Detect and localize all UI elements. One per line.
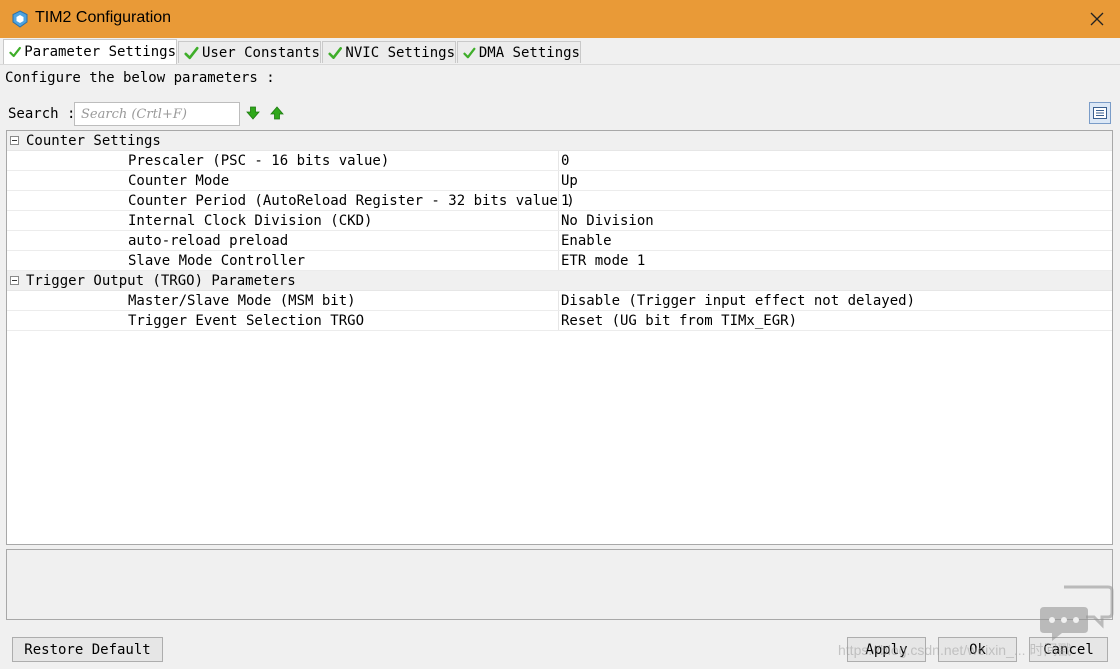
param-name: Internal Clock Division (CKD): [128, 213, 373, 229]
description-pane: [6, 549, 1113, 620]
column-divider: [558, 251, 559, 270]
cube-shield-icon: [12, 10, 28, 28]
list-view-icon: [1093, 107, 1107, 119]
param-value[interactable]: Reset (UG bit from TIMx_EGR): [561, 313, 797, 329]
tab-user-constants[interactable]: User Constants: [178, 41, 321, 63]
checkmark-icon: [328, 46, 342, 59]
group-title: Counter Settings: [26, 133, 161, 149]
param-row-counter-period[interactable]: Counter Period (AutoReload Register - 32…: [7, 191, 1112, 211]
column-divider: [558, 291, 559, 310]
param-row-master-slave-mode[interactable]: Master/Slave Mode (MSM bit) Disable (Tri…: [7, 291, 1112, 311]
close-button[interactable]: [1074, 0, 1120, 38]
param-row-trigger-event-selection[interactable]: Trigger Event Selection TRGO Reset (UG b…: [7, 311, 1112, 331]
search-label: Search :: [8, 106, 76, 122]
cancel-button[interactable]: Cancel: [1029, 637, 1108, 662]
column-divider: [558, 151, 559, 170]
checkmark-icon: [463, 47, 476, 58]
tab-nvic-settings[interactable]: NVIC Settings: [322, 41, 456, 63]
tab-dma-settings[interactable]: DMA Settings: [457, 41, 581, 63]
restore-default-button[interactable]: Restore Default: [12, 637, 163, 662]
checkmark-icon: [9, 46, 21, 58]
group-title: Trigger Output (TRGO) Parameters: [26, 273, 296, 289]
param-value[interactable]: 1: [561, 193, 569, 209]
param-row-clock-division[interactable]: Internal Clock Division (CKD) No Divisio…: [7, 211, 1112, 231]
collapse-toggle-icon[interactable]: [10, 276, 19, 285]
param-value[interactable]: Disable (Trigger input effect not delaye…: [561, 293, 915, 309]
column-divider: [558, 211, 559, 230]
group-trigger-output[interactable]: Trigger Output (TRGO) Parameters: [7, 271, 1112, 291]
configure-instruction: Configure the below parameters :: [5, 70, 275, 86]
checkmark-icon: [184, 46, 199, 59]
column-divider: [558, 191, 559, 210]
param-name: Counter Period (AutoReload Register - 32…: [128, 193, 575, 209]
window-title: TIM2 Configuration: [35, 9, 172, 26]
param-value[interactable]: 0: [561, 153, 569, 169]
param-value[interactable]: ETR mode 1: [561, 253, 645, 269]
param-name: auto-reload preload: [128, 233, 289, 249]
tab-label: Parameter Settings: [24, 44, 176, 60]
param-value[interactable]: Enable: [561, 233, 612, 249]
show-description-button[interactable]: [1089, 102, 1111, 124]
collapse-toggle-icon[interactable]: [10, 136, 19, 145]
tab-bar: Parameter Settings User Constants NVIC S…: [0, 38, 1120, 65]
param-row-prescaler[interactable]: Prescaler (PSC - 16 bits value) 0: [7, 151, 1112, 171]
title-bar: TIM2 Configuration: [0, 0, 1120, 38]
param-value[interactable]: No Division: [561, 213, 654, 229]
tab-label: NVIC Settings: [345, 44, 455, 61]
column-divider: [558, 231, 559, 250]
column-divider: [558, 171, 559, 190]
ok-button[interactable]: Ok: [938, 637, 1017, 662]
arrow-down-icon[interactable]: [246, 106, 260, 120]
search-input[interactable]: [74, 102, 240, 126]
group-counter-settings[interactable]: Counter Settings: [7, 131, 1112, 151]
close-icon: [1090, 12, 1104, 26]
arrow-up-icon[interactable]: [270, 106, 284, 120]
param-row-counter-mode[interactable]: Counter Mode Up: [7, 171, 1112, 191]
column-divider: [558, 311, 559, 330]
tab-parameter-settings[interactable]: Parameter Settings: [3, 39, 177, 64]
param-name: Counter Mode: [128, 173, 230, 189]
parameter-tree: Counter Settings Prescaler (PSC - 16 bit…: [6, 130, 1113, 545]
param-row-slave-mode-controller[interactable]: Slave Mode Controller ETR mode 1: [7, 251, 1112, 271]
param-value[interactable]: Up: [561, 173, 578, 189]
param-name: Prescaler (PSC - 16 bits value): [128, 153, 390, 169]
tab-label: DMA Settings: [478, 44, 580, 61]
param-name: Slave Mode Controller: [128, 253, 306, 269]
tab-label: User Constants: [201, 44, 320, 61]
param-row-auto-reload-preload[interactable]: auto-reload preload Enable: [7, 231, 1112, 251]
apply-button[interactable]: Apply: [847, 637, 926, 662]
param-name: Master/Slave Mode (MSM bit): [128, 293, 356, 309]
param-name: Trigger Event Selection TRGO: [128, 313, 365, 329]
